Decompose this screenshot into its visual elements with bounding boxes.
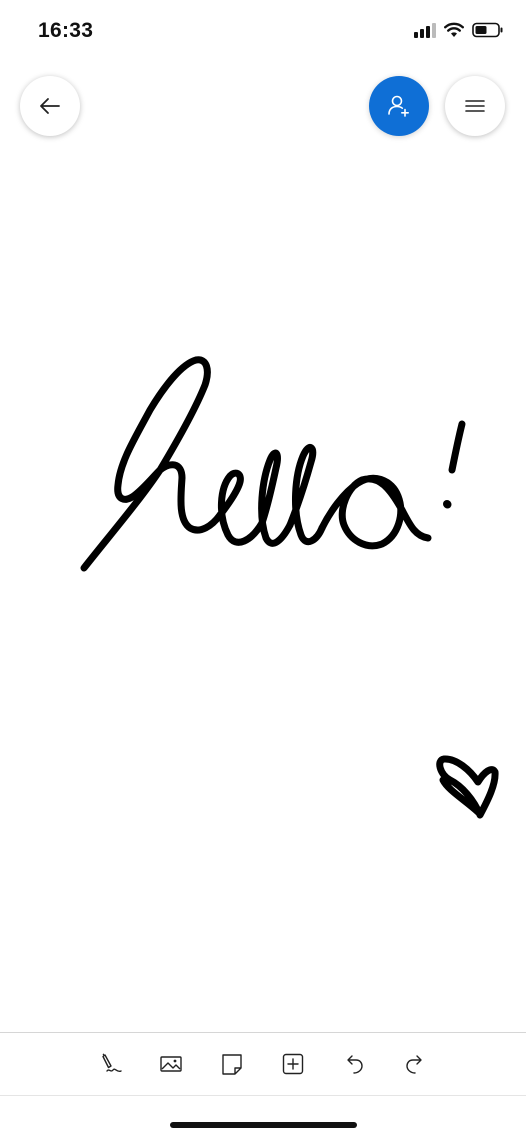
add-box-icon: [282, 1053, 304, 1075]
redo-button[interactable]: [402, 1051, 428, 1077]
wifi-icon: [444, 22, 464, 37]
undo-icon: [347, 1055, 363, 1074]
menu-button[interactable]: [445, 76, 505, 136]
bottom-toolbar: [0, 1032, 526, 1096]
status-bar: 16:33: [0, 0, 526, 60]
ink-stroke-l2: [286, 444, 326, 546]
arrow-left-icon: [40, 98, 60, 114]
back-button[interactable]: [20, 76, 80, 136]
ink-stroke-exclamation: [448, 420, 466, 474]
ink-dot-exclamation: [443, 500, 452, 509]
whiteboard-canvas[interactable]: hello! heart: [0, 150, 526, 1030]
image-icon: [160, 1056, 182, 1072]
share-invite-button[interactable]: [369, 76, 429, 136]
redo-icon: [406, 1055, 422, 1074]
image-tool-button[interactable]: [158, 1051, 184, 1077]
heart-doodle: [436, 755, 499, 819]
ink-layer: [80, 356, 499, 819]
sticky-note-icon: [222, 1054, 242, 1075]
undo-button[interactable]: [341, 1051, 367, 1077]
add-person-icon: [388, 95, 409, 117]
add-tool-button[interactable]: [280, 1051, 306, 1077]
sticky-note-tool-button[interactable]: [219, 1051, 245, 1077]
status-time: 16:33: [38, 19, 94, 42]
pen-tool-button[interactable]: [98, 1051, 124, 1077]
ink-stroke-l1: [258, 449, 294, 547]
ink-stroke-h: [80, 356, 224, 572]
cellular-signal-icon: [414, 23, 436, 38]
home-indicator[interactable]: [170, 1122, 357, 1128]
ink-stroke-a: [318, 475, 432, 550]
pen-icon: [102, 1053, 122, 1073]
battery-icon: [472, 22, 503, 38]
status-icons: [414, 22, 504, 38]
ink-stroke-e: [216, 469, 266, 546]
hamburger-menu-icon: [465, 100, 485, 112]
